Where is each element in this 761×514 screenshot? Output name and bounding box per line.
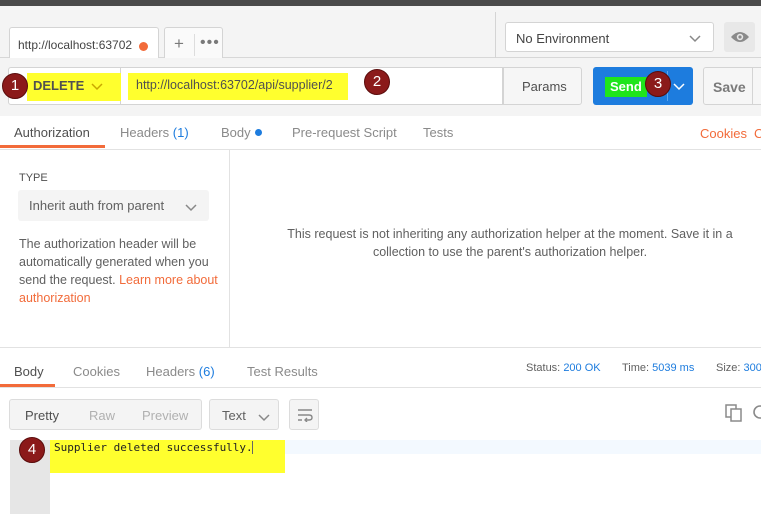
tab-headers-label: Headers (120, 125, 170, 140)
search-icon[interactable] (752, 404, 761, 425)
time-value[interactable]: 5039 ms (652, 362, 694, 374)
response-body-text: Supplier deleted successfully. (54, 441, 253, 454)
copy-icon[interactable] (725, 404, 743, 425)
annotation-marker-2: 2 (364, 69, 390, 95)
tab-body-label: Body (221, 125, 251, 140)
status-meta: Status: 200 OK (526, 362, 601, 374)
size-label: Size: (716, 362, 741, 374)
more-tabs-button[interactable]: ••• (200, 34, 220, 52)
save-button[interactable]: Save (703, 67, 753, 105)
save-options-button[interactable] (753, 67, 761, 105)
headers-count: (1) (172, 125, 189, 140)
environment-selected-label: No Environment (516, 31, 610, 46)
format-preview-button[interactable]: Preview (142, 408, 188, 423)
send-label: Send (610, 79, 642, 94)
auth-message: This request is not inheriting any autho… (287, 227, 733, 259)
annotation-marker-1: 1 (2, 73, 28, 99)
tab-test-results[interactable]: Test Results (247, 364, 318, 379)
time-label: Time: (622, 362, 650, 374)
url-value: http://localhost:63702/api/supplier/2 (136, 78, 333, 92)
tab-response-headers-label: Headers (146, 364, 196, 379)
chevron-down-icon (185, 200, 197, 215)
tab-body[interactable]: Body (221, 125, 262, 140)
params-label: Params (522, 79, 567, 94)
chevron-down-icon (689, 31, 701, 46)
tab-authorization[interactable]: Authorization (14, 125, 90, 140)
tab-response-body[interactable]: Body (14, 364, 44, 379)
auth-type-label: TYPE (19, 172, 48, 184)
new-tab-button[interactable]: + (174, 34, 184, 54)
method-label: DELETE (33, 78, 85, 93)
environment-select[interactable]: No Environment (505, 22, 714, 52)
auth-description: The authorization header will be automat… (19, 235, 219, 307)
response-headers-count: (6) (198, 364, 215, 379)
tab-actions: + ••• (164, 27, 223, 62)
status-label: Status: (526, 362, 561, 374)
format-raw-button[interactable]: Raw (89, 408, 115, 423)
save-label: Save (713, 79, 746, 95)
divider (194, 34, 195, 56)
response-toolbar: Pretty Raw Preview Text (0, 388, 761, 440)
params-button[interactable]: Params (503, 67, 582, 105)
cookies-link[interactable]: Cookies (700, 126, 747, 141)
chevron-down-icon (91, 79, 103, 94)
body-indicator-icon (254, 129, 262, 136)
authorization-panel: TYPE Inherit auth from parent The author… (0, 150, 230, 347)
divider (495, 12, 496, 64)
format-pretty-button[interactable]: Pretty (25, 408, 59, 423)
environment-quick-look-button[interactable] (724, 22, 755, 52)
response-body-editor[interactable]: Supplier deleted successfully. (0, 440, 761, 514)
response-type-select[interactable]: Text (209, 399, 279, 430)
url-input[interactable]: http://localhost:63702/api/supplier/2 (121, 67, 503, 105)
chevron-down-icon[interactable] (673, 79, 685, 94)
chevron-down-icon (258, 410, 270, 425)
tab-pre-request-script[interactable]: Pre-request Script (292, 125, 397, 140)
tab-response-cookies[interactable]: Cookies (73, 364, 120, 379)
send-button[interactable]: Send (593, 67, 693, 105)
active-tab-indicator (0, 384, 55, 387)
annotation-marker-4: 4 (19, 437, 45, 463)
response-type-value: Text (222, 408, 246, 423)
auth-type-select[interactable]: Inherit auth from parent (18, 190, 209, 221)
tab-strip: http://localhost:63702 + ••• No Environm… (0, 6, 761, 64)
request-tabs: Authorization Headers (1) Body Pre-reque… (0, 116, 761, 150)
text-cursor (252, 441, 253, 454)
annotation-marker-3: 3 (645, 71, 671, 97)
status-value[interactable]: 200 OK (563, 362, 600, 374)
format-toggle-group: Pretty Raw Preview (9, 399, 202, 430)
code-link[interactable]: C (754, 126, 761, 141)
tab-response-headers[interactable]: Headers (6) (146, 364, 215, 379)
time-meta: Time: 5039 ms (622, 362, 694, 374)
wrap-lines-button[interactable] (289, 399, 319, 430)
size-value[interactable]: 300 (744, 362, 761, 374)
unsaved-dot-icon (139, 42, 148, 51)
size-meta: Size: 300 (716, 362, 761, 374)
tab-tests[interactable]: Tests (423, 125, 453, 140)
request-tab-label: http://localhost:63702 (18, 38, 133, 52)
active-tab-indicator (0, 145, 105, 148)
auth-type-value: Inherit auth from parent (29, 198, 165, 213)
tab-headers[interactable]: Headers (1) (120, 125, 189, 140)
